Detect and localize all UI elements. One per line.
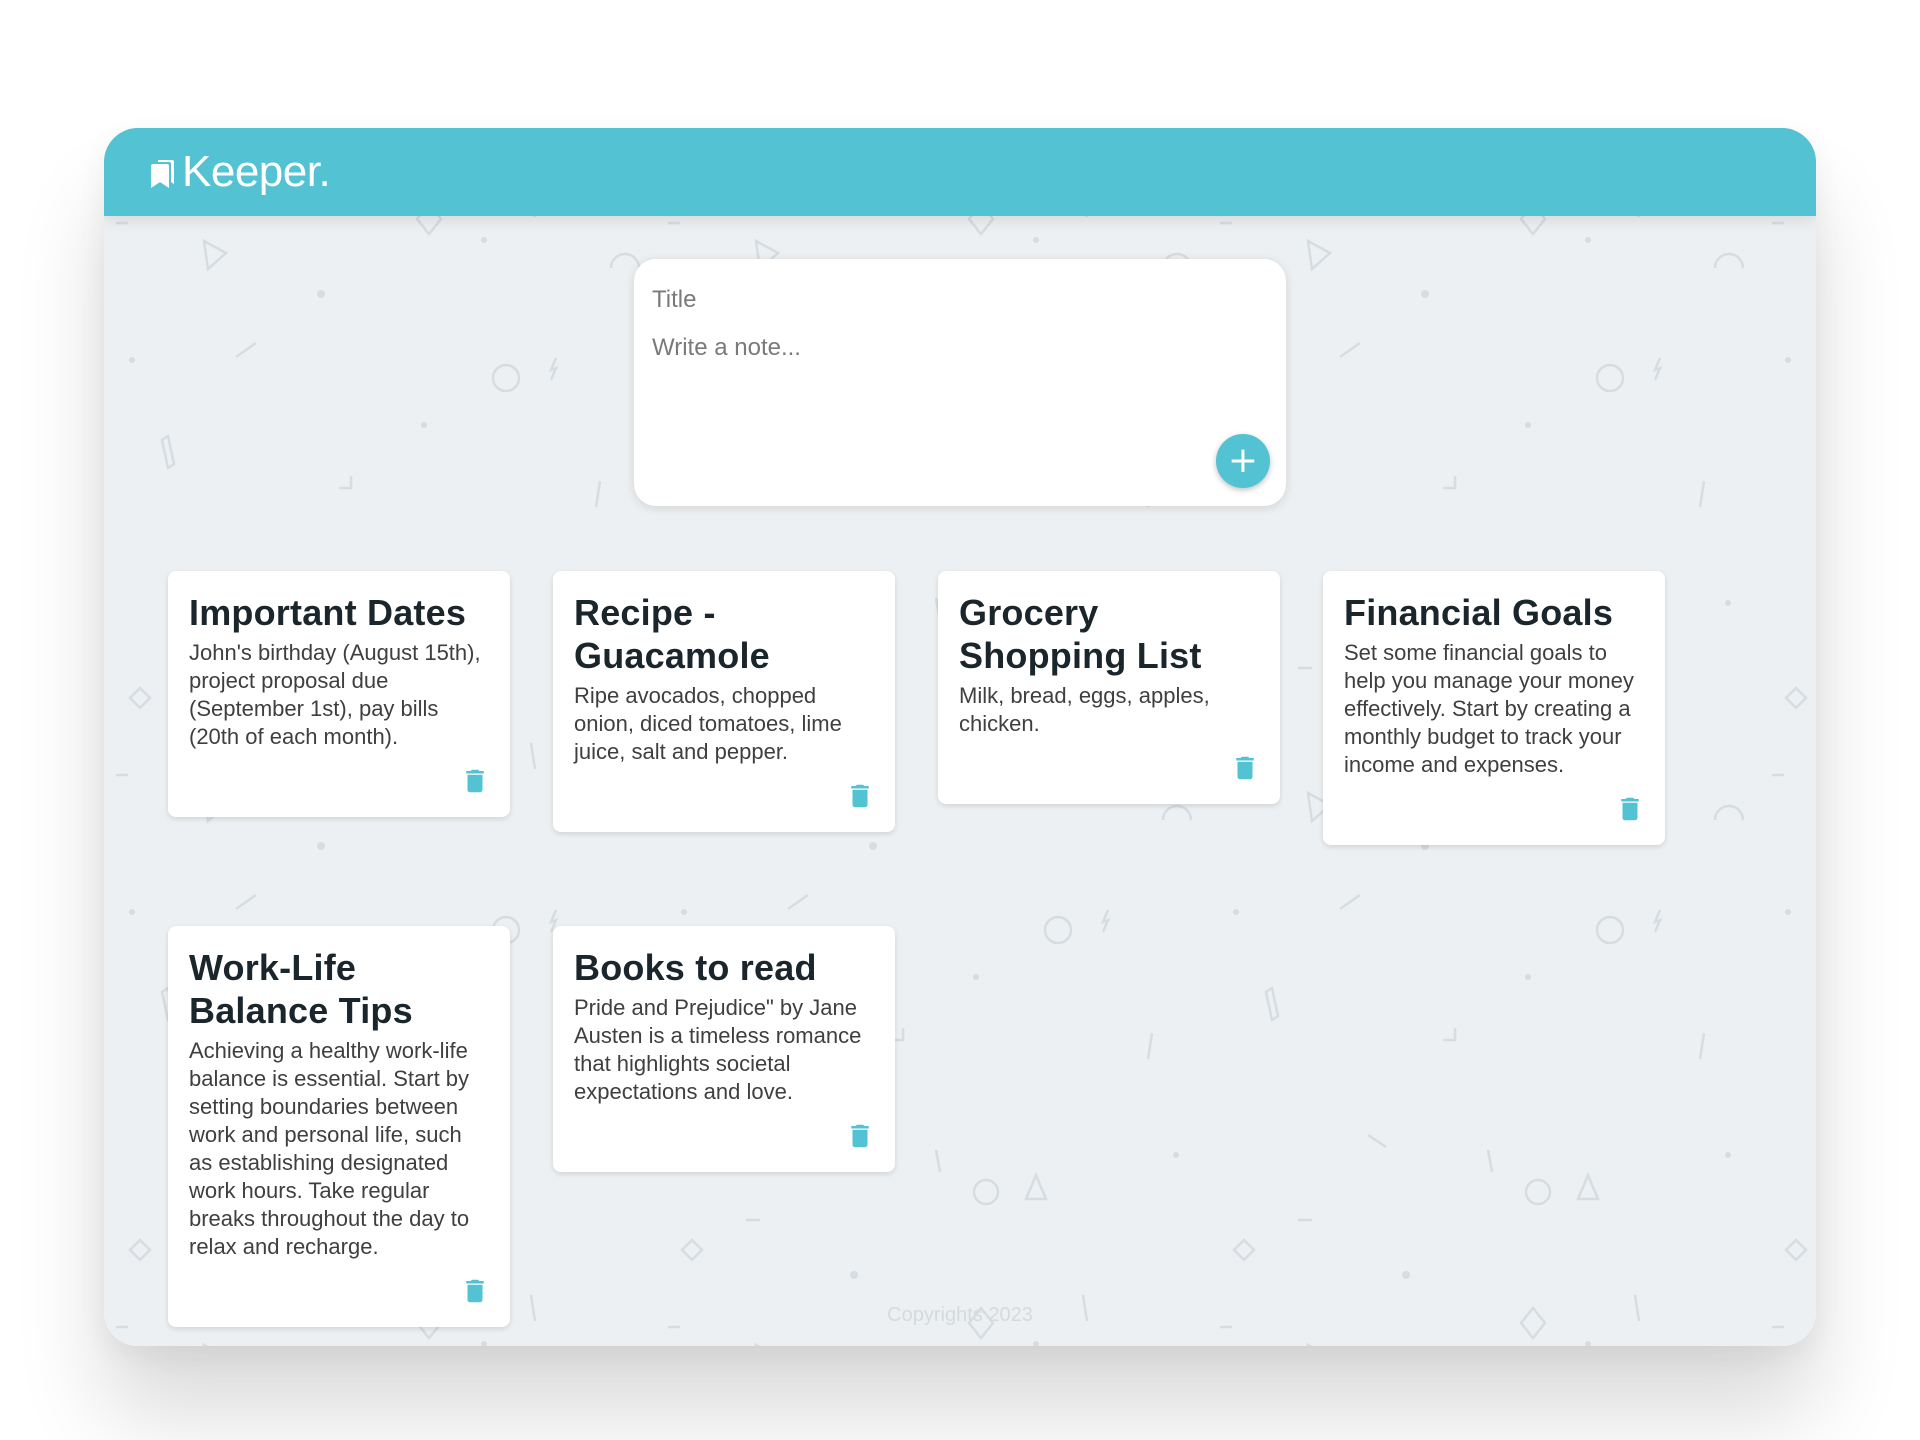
app-logo[interactable]: Keeper. [150, 144, 331, 200]
trash-icon [1236, 756, 1254, 780]
note-content: John's birthday (August 15th), project p… [189, 640, 481, 749]
note-content: Milk, bread, eggs, apples, chicken. [959, 683, 1210, 736]
note-card: Financial Goals Set some financial goals… [1323, 571, 1665, 845]
note-title: Important Dates [189, 592, 467, 633]
note-content: Pride and Prejudice" by Jane Austen is a… [574, 995, 862, 1104]
note-content-input[interactable] [652, 333, 1252, 433]
note-title: Books to read [574, 947, 817, 988]
note-card: Books to read Pride and Prejudice" by Ja… [553, 926, 895, 1172]
note-card: Work-Life Balance Tips Achieving a healt… [168, 926, 510, 1327]
app-header: Keeper. [104, 128, 1816, 216]
note-content: Set some financial goals to help you man… [1344, 640, 1634, 777]
note-card: Recipe - Guacamole Ripe avocados, choppe… [553, 571, 895, 832]
delete-note-button[interactable] [1230, 752, 1260, 784]
add-note-button[interactable]: + [1216, 434, 1270, 488]
trash-icon [466, 1279, 484, 1303]
trash-icon [851, 784, 869, 808]
trash-icon [851, 1124, 869, 1148]
note-card: Grocery Shopping List Milk, bread, eggs,… [938, 571, 1280, 804]
note-content: Ripe avocados, chopped onion, diced toma… [574, 683, 842, 764]
bookmark-icon [151, 160, 174, 188]
note-title: Grocery Shopping List [959, 592, 1202, 676]
note-title-input[interactable] [652, 283, 1252, 317]
delete-note-button[interactable] [460, 1275, 490, 1307]
note-title: Recipe - Guacamole [574, 592, 770, 676]
app-window: Keeper. + Important Dates John's birthda… [104, 128, 1816, 1346]
delete-note-button[interactable] [845, 1120, 875, 1152]
plus-icon: + [1227, 440, 1259, 481]
app-title: Keeper. [182, 147, 331, 196]
delete-note-button[interactable] [1615, 793, 1645, 825]
create-note-form: + [634, 259, 1286, 506]
delete-note-button[interactable] [845, 780, 875, 812]
trash-icon [1621, 797, 1639, 821]
note-title: Financial Goals [1344, 592, 1614, 633]
delete-note-button[interactable] [460, 765, 490, 797]
note-card: Important Dates John's birthday (August … [168, 571, 510, 817]
note-title: Work-Life Balance Tips [189, 947, 413, 1031]
note-content: Achieving a healthy work-life balance is… [189, 1038, 470, 1259]
trash-icon [466, 769, 484, 793]
